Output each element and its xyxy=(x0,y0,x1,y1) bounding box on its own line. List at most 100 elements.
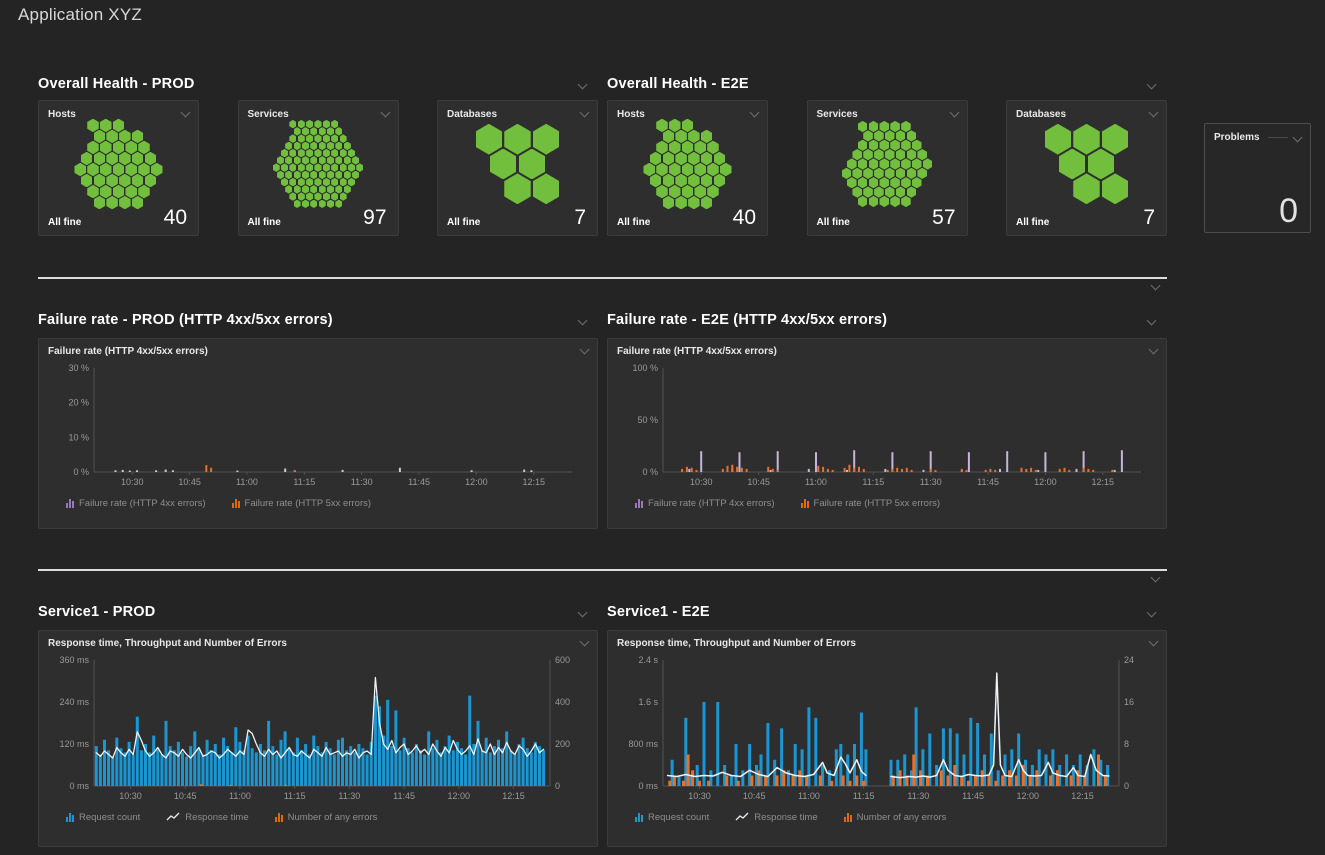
status-label: All fine xyxy=(248,217,281,228)
hexagon xyxy=(298,178,305,186)
svg-text:12:15: 12:15 xyxy=(1071,791,1094,801)
svg-text:800 ms: 800 ms xyxy=(628,739,658,749)
page-title: Application XYZ xyxy=(18,5,142,25)
service-chart-e2e[interactable]: 0 ms800 ms1.6 s2.4 s08162410:3010:4511:0… xyxy=(617,652,1155,804)
hexagon xyxy=(907,168,917,179)
hexagon xyxy=(874,130,884,141)
hexagon xyxy=(858,196,868,207)
hexagon xyxy=(476,124,502,155)
failure-chart-tile-e2e[interactable]: Failure rate (HTTP 4xx/5xx errors) 0 %50… xyxy=(607,338,1167,529)
chevron-down-icon[interactable] xyxy=(580,108,590,118)
hexagon xyxy=(344,156,351,164)
failure-rate-chart-prod[interactable]: 0 %10 %20 %30 %10:3010:4511:0011:1511:30… xyxy=(48,360,586,490)
hexagon xyxy=(1088,149,1114,180)
hexagon xyxy=(842,168,852,179)
bar-chart-icon xyxy=(635,498,643,508)
hexagon xyxy=(340,192,347,200)
health-tile-databases-e2e[interactable]: Databases All fine 7 xyxy=(1006,100,1167,236)
section-title: Overall Health - PROD xyxy=(38,76,195,92)
failure-rate-chart-e2e[interactable]: 0 %50 %100 %10:3010:4511:0011:1511:3011:… xyxy=(617,360,1155,490)
failure-chart-tile-prod[interactable]: Failure rate (HTTP 4xx/5xx errors) 0 %10… xyxy=(38,338,598,529)
svg-text:12:00: 12:00 xyxy=(448,791,471,801)
svg-text:24: 24 xyxy=(1124,655,1134,665)
chevron-down-icon[interactable] xyxy=(1147,315,1157,325)
service-chart-tile-prod[interactable]: Response time, Throughput and Number of … xyxy=(38,630,598,847)
hexagon xyxy=(852,149,862,160)
hexagon xyxy=(294,171,301,179)
chevron-down-icon[interactable] xyxy=(580,345,590,355)
chevron-down-icon[interactable] xyxy=(1149,345,1159,355)
hexagon xyxy=(132,130,144,144)
hexagon xyxy=(879,196,889,207)
hexagon xyxy=(675,152,687,166)
chevron-down-icon[interactable] xyxy=(578,607,588,617)
hexagon xyxy=(314,120,321,128)
hexagon xyxy=(289,178,296,186)
entity-count: 57 xyxy=(932,207,955,228)
health-tile-hosts-prod[interactable]: Hosts All fine 40 xyxy=(38,100,199,236)
chevron-down-icon[interactable] xyxy=(1147,79,1157,89)
hexagon xyxy=(285,142,292,150)
health-tile-services-prod[interactable]: Services All fine 97 xyxy=(238,100,399,236)
hexagon xyxy=(340,149,347,157)
hexagon xyxy=(289,149,296,157)
hexagon xyxy=(145,174,157,188)
hexagon xyxy=(289,192,296,200)
hexagon xyxy=(344,185,351,193)
hexagon xyxy=(331,149,338,157)
svg-text:11:30: 11:30 xyxy=(920,477,942,487)
hexagon xyxy=(348,163,355,171)
hexagon xyxy=(907,149,917,160)
svg-text:11:00: 11:00 xyxy=(229,791,251,801)
chevron-down-icon[interactable] xyxy=(1149,108,1159,118)
hexagon xyxy=(879,121,889,132)
hexagon xyxy=(675,174,687,188)
chevron-down-icon[interactable] xyxy=(380,108,390,118)
hexagon xyxy=(650,152,662,166)
chevron-down-icon[interactable] xyxy=(578,79,588,89)
health-tile-services-e2e[interactable]: Services All fine 57 xyxy=(807,100,968,236)
chevron-down-icon[interactable] xyxy=(1293,133,1303,143)
hexagon xyxy=(94,130,106,144)
chevron-down-icon[interactable] xyxy=(1151,573,1161,583)
hexagon xyxy=(1059,149,1085,180)
hexagon xyxy=(285,171,292,179)
hexagon xyxy=(707,185,719,199)
chevron-down-icon[interactable] xyxy=(580,637,590,647)
tile-title: Response time, Throughput and Number of … xyxy=(48,638,287,649)
chevron-down-icon[interactable] xyxy=(750,108,760,118)
hexagon xyxy=(504,124,530,155)
chevron-down-icon[interactable] xyxy=(181,108,191,118)
hexagon xyxy=(682,119,694,133)
hexagon xyxy=(669,119,681,133)
hexagon xyxy=(348,178,355,186)
chevron-down-icon[interactable] xyxy=(1149,637,1159,647)
chevron-down-icon[interactable] xyxy=(949,108,959,118)
hexagon xyxy=(125,141,137,155)
hexagon xyxy=(858,158,868,169)
tile-title: Hosts xyxy=(617,109,645,120)
section-header-health-e2e: Overall Health - E2E xyxy=(607,74,1167,94)
hexagon xyxy=(890,121,900,132)
svg-text:240 ms: 240 ms xyxy=(59,697,89,707)
svg-text:11:30: 11:30 xyxy=(338,791,360,801)
chevron-down-icon[interactable] xyxy=(1151,281,1161,291)
svg-text:11:15: 11:15 xyxy=(862,477,884,487)
hexagon xyxy=(890,140,900,151)
hexagon xyxy=(917,168,927,179)
chevron-down-icon[interactable] xyxy=(1147,607,1157,617)
hexagon xyxy=(314,149,321,157)
problems-tile[interactable]: Problems 0 xyxy=(1204,123,1311,233)
chevron-down-icon[interactable] xyxy=(578,315,588,325)
hexagon xyxy=(87,119,99,133)
health-tile-hosts-e2e[interactable]: Hosts All fine 40 xyxy=(607,100,768,236)
hexagon xyxy=(298,192,305,200)
service-chart-tile-e2e[interactable]: Response time, Throughput and Number of … xyxy=(607,630,1167,847)
health-tile-databases-prod[interactable]: Databases All fine 7 xyxy=(437,100,598,236)
svg-text:0: 0 xyxy=(555,781,560,791)
svg-text:11:15: 11:15 xyxy=(853,791,875,801)
hexagon xyxy=(344,142,351,150)
service-chart-prod[interactable]: 0 ms120 ms240 ms360 ms020040060010:3010:… xyxy=(48,652,586,804)
hexagon xyxy=(901,140,911,151)
hexagon xyxy=(327,185,334,193)
